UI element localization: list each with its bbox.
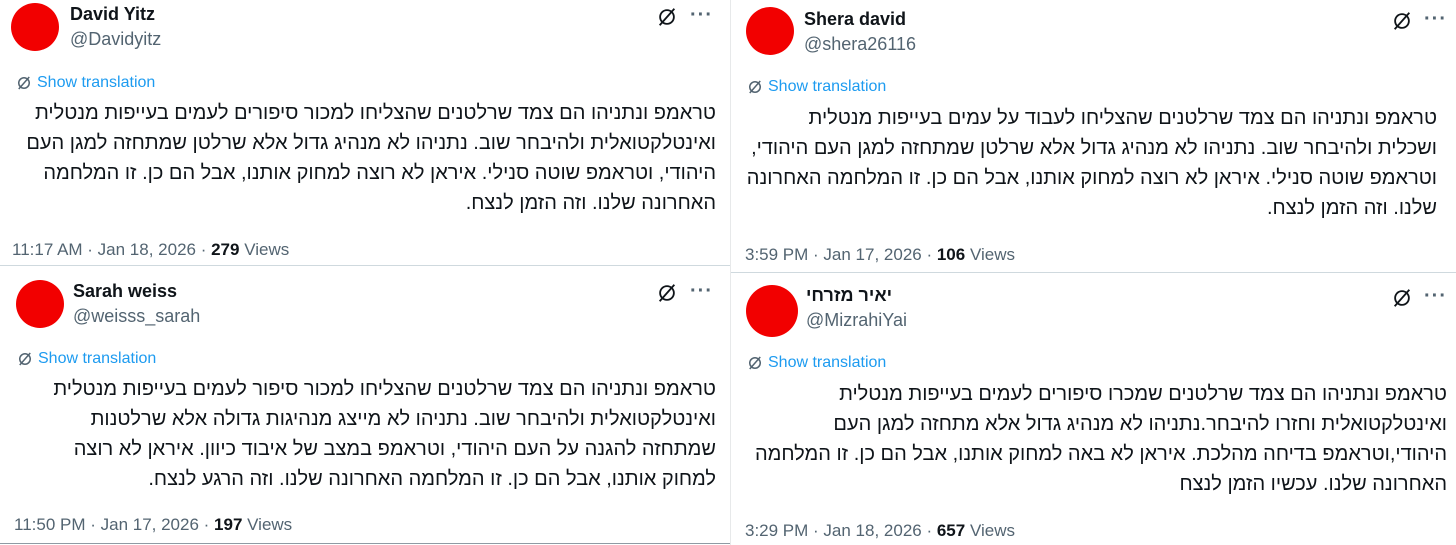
tweet-text: טראמפ ונתניהו הם צמד שרלטנים שהצליחו למכ… xyxy=(10,98,716,218)
author-name[interactable]: Sarah weiss xyxy=(73,281,177,302)
tweet-meta: 3:59 PM · Jan 17, 2026 · 106 Views xyxy=(745,245,1015,265)
more-dots-icon[interactable]: ··· xyxy=(690,5,713,25)
tweet-meta: 3:29 PM · Jan 18, 2026 · 657 Views xyxy=(745,521,1015,541)
tweet-line: טראמפ ונתניהו הם צמד שרלטנים שמכרו סיפור… xyxy=(839,383,1447,405)
author-handle[interactable]: @shera26116 xyxy=(804,34,916,55)
translate-icon xyxy=(749,80,761,94)
show-translation-label: Show translation xyxy=(768,354,887,371)
tweet-card[interactable]: Shera david @shera26116 ··· Show transla… xyxy=(731,0,1456,272)
timestamp[interactable]: 3:59 PM · Jan 17, 2026 · xyxy=(745,245,937,264)
views-label: Views xyxy=(242,515,293,534)
tweet-line: ושכלית ולהיבחר שוב. נתניהו לא מנהיג גדול… xyxy=(751,137,1437,159)
view-count: 197 xyxy=(214,515,243,534)
tweet-card[interactable]: Sarah weiss @weisss_sarah ··· Show trans… xyxy=(0,266,730,543)
grok-slash-circle-icon[interactable] xyxy=(656,6,678,28)
more-dots-icon[interactable]: ··· xyxy=(1424,286,1447,306)
tweet-line: היהודי, וטראמפ שוטה סנילי. איראן לא רוצה… xyxy=(43,162,716,184)
grok-slash-circle-icon[interactable] xyxy=(1391,287,1413,309)
show-translation-label: Show translation xyxy=(38,350,157,367)
tweet-line: וטראמפ שוטה סנילי. איראן לא רוצה למחוק א… xyxy=(746,167,1437,189)
tweet-card[interactable]: David Yitz @Davidyitz ··· Show translati… xyxy=(0,0,730,265)
tweet-line: האחרונה שלנו. עכשיו הזמן לנצח xyxy=(1179,473,1447,495)
tweet-line: שמתחזה להגנה על העם היהודי, וטראמפ במצב … xyxy=(73,438,716,460)
translate-icon xyxy=(19,352,31,366)
tweet-line: ואינטלקטואלית ולהיבחר שוב. נתניהו לא מנה… xyxy=(26,132,716,154)
tweet-line: טראמפ ונתניהו הם צמד שרלטנים שהצליחו למכ… xyxy=(34,102,716,124)
grok-slash-circle-icon[interactable] xyxy=(656,282,678,304)
author-name[interactable]: יאיר מזרחי xyxy=(806,285,892,306)
show-translation-link[interactable]: Show translation xyxy=(15,74,155,92)
tweet-text: טראמפ ונתניהו הם צמד שרלטנים שמכרו סיפור… xyxy=(741,379,1447,499)
tweet-meta: 11:50 PM · Jan 17, 2026 · 197 Views xyxy=(14,515,292,535)
tweet-line: שלנו. וזה הזמן לנצח. xyxy=(1266,197,1437,219)
tweet-text: טראמפ ונתניהו הם צמד שרלטנים שהצליחו למכ… xyxy=(10,374,716,494)
tweet-line: ואינטלקטואלית ולהיבחר שוב. נתניהו לא מיי… xyxy=(90,408,716,430)
avatar[interactable] xyxy=(11,3,59,51)
tweet-line: ואינטלקטואלית וחזרו להיבחר.נתניהו לא מנה… xyxy=(833,413,1447,435)
avatar[interactable] xyxy=(746,7,794,55)
show-translation-link[interactable]: Show translation xyxy=(16,350,156,368)
show-translation-label: Show translation xyxy=(37,74,156,91)
author-name[interactable]: David Yitz xyxy=(70,4,155,25)
timestamp[interactable]: 11:50 PM · Jan 17, 2026 · xyxy=(14,515,214,534)
tweet-line: טראמפ ונתניהו הם צמד שרלטנים שהצליחו למכ… xyxy=(53,378,716,400)
more-dots-icon[interactable]: ··· xyxy=(1424,9,1447,29)
bottom-border xyxy=(0,543,730,544)
view-count: 657 xyxy=(936,521,966,540)
avatar[interactable] xyxy=(16,280,64,328)
translate-icon xyxy=(749,356,761,370)
views-label: Views xyxy=(965,245,1015,264)
tweet-line: היהודי,וטראמפ בדיחה מהלכת. איראן לא באה … xyxy=(754,443,1447,465)
views-label: Views xyxy=(965,521,1015,540)
grok-slash-circle-icon[interactable] xyxy=(1391,10,1413,32)
author-handle[interactable]: @MizrahiYai xyxy=(806,310,907,331)
more-dots-icon[interactable]: ··· xyxy=(690,281,713,301)
author-handle[interactable]: @weisss_sarah xyxy=(73,306,200,327)
view-count: 106 xyxy=(936,245,966,264)
tweet-line: טראמפ ונתניהו הם צמד שרלטנים שהצליחו לעב… xyxy=(808,107,1437,129)
views-label: Views xyxy=(239,240,290,259)
show-translation-link[interactable]: Show translation xyxy=(746,78,886,96)
show-translation-link[interactable]: Show translation xyxy=(746,354,886,372)
author-handle[interactable]: @Davidyitz xyxy=(70,29,161,50)
tweet-line: למחוק אותנו, אבל הם כן. זו המלחמה האחרונ… xyxy=(148,468,716,490)
avatar[interactable] xyxy=(746,285,798,337)
author-name[interactable]: Shera david xyxy=(804,9,906,30)
show-translation-label: Show translation xyxy=(768,78,887,95)
translate-icon xyxy=(18,76,30,90)
tweet-line: האחרונה שלנו. וזה הזמן לנצח. xyxy=(465,192,716,214)
tweet-card[interactable]: יאיר מזרחי @MizrahiYai ··· Show translat… xyxy=(731,273,1456,545)
view-count: 279 xyxy=(211,240,240,259)
tweet-text: טראמפ ונתניהו הם צמד שרלטנים שהצליחו לעב… xyxy=(741,103,1437,223)
tweet-meta: 11:17 AM · Jan 18, 2026 · 279 Views xyxy=(12,240,289,260)
timestamp[interactable]: 3:29 PM · Jan 18, 2026 · xyxy=(745,521,937,540)
timestamp[interactable]: 11:17 AM · Jan 18, 2026 · xyxy=(12,240,211,259)
